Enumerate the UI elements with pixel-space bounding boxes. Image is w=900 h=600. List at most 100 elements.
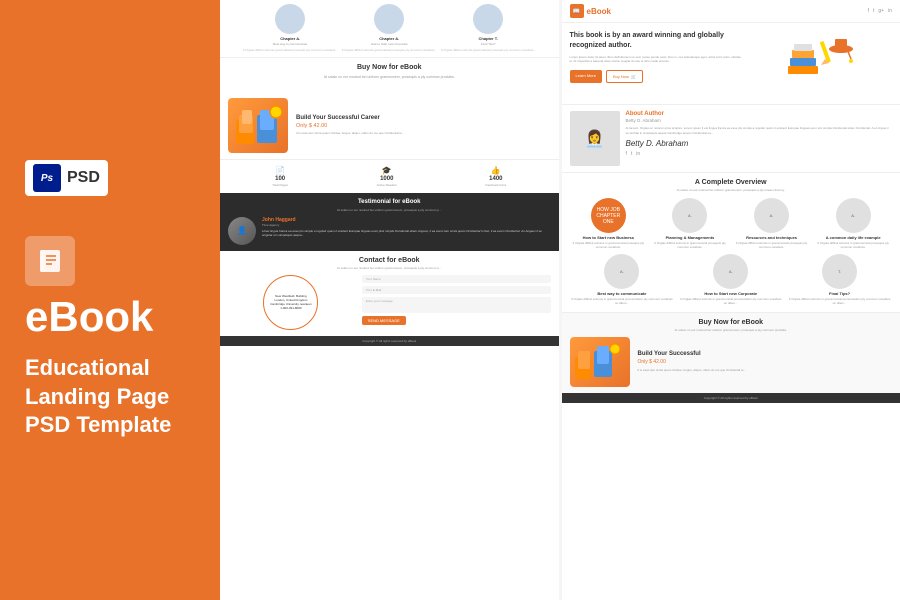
- overview-circle-5: A.: [604, 254, 639, 289]
- form-email-input[interactable]: Your E-Mail: [362, 286, 551, 294]
- author-section: 👩‍💼 About Author Betty D. Abraham At lam…: [562, 104, 900, 172]
- overview-circle-6: A.: [713, 254, 748, 289]
- ebook-subtitle: Educational Landing Page PSD Template: [25, 354, 171, 440]
- chapter-circle-1: [275, 4, 305, 34]
- ps-icon: Ps: [33, 164, 61, 192]
- buy-bottom-text: Build Your Successful Only $ 42.00 It is…: [638, 351, 893, 372]
- testimonial-avatar: 👤: [228, 217, 256, 245]
- testimonial-title: Testimonial for eBook: [228, 199, 551, 205]
- overview-item-desc-7: It Orgtas difficul solmnis in grammonica…: [787, 298, 892, 306]
- ebook-nav: 📖 eBook f t g+ in: [562, 0, 900, 23]
- overview-grid-row2: A. Best way to communicate It Orgtas dif…: [570, 254, 893, 306]
- stat-fans-label: Facebook Fans: [486, 183, 507, 187]
- career-desc: It is esse tam simla quam Ocidea. Angus,…: [296, 132, 551, 136]
- hero-image: [748, 31, 892, 96]
- ebook-icon: [25, 236, 75, 286]
- buy-bottom-headline: Build Your Successful: [638, 351, 893, 357]
- psd-badge: Ps PSD: [25, 160, 108, 196]
- overview-grid-row1: HOW JOBCHAPTERONE How to Start new Busin…: [570, 198, 893, 250]
- overview-circle-7: T.: [822, 254, 857, 289]
- author-social-t[interactable]: t: [631, 151, 632, 157]
- ebook-icon-container: [25, 236, 75, 286]
- overview-item-desc-1: It Orgtas difficul solmnis in grammonica…: [570, 242, 648, 250]
- contact-form[interactable]: Your Name Your E-Mail Enter your message…: [362, 275, 551, 330]
- main-content: Chapter A. Best way to communicate It Or…: [220, 0, 900, 600]
- author-social: f t in: [626, 151, 893, 157]
- send-button[interactable]: SEND MESSAGE: [362, 316, 406, 325]
- buy-title-left: Buy Now for eBook: [230, 64, 549, 71]
- overview-item-desc-5: It Orgtas difficul solmnis in grammonica…: [570, 298, 675, 306]
- stat-pages-number: 100: [275, 176, 285, 182]
- pages-icon: 📄: [275, 166, 285, 175]
- testimonial-text-block: John Haggard Time Agency Linee lingua fr…: [262, 217, 551, 237]
- buy-bottom-sub: At solam un eur nostrud bei uniform gram…: [570, 328, 893, 332]
- social-t[interactable]: t: [873, 8, 874, 14]
- overview-item-desc-6: It Orgtas difficul solmnis in grammonica…: [678, 298, 783, 306]
- overview-circle-2: A.: [672, 198, 707, 233]
- stats-bar: 📄 100 Total Pages 🎓 1000 Active Readers …: [220, 159, 559, 193]
- form-name-input[interactable]: Your Name: [362, 275, 551, 283]
- stat-readers-number: 1000: [380, 176, 393, 182]
- buy-bottom-desc: It is esse tam simla quam Ocidea. Angus,…: [638, 368, 893, 372]
- chapter-label-1: Chapter A.: [280, 36, 300, 41]
- chapter-label-3: Chapter T.: [479, 36, 498, 41]
- readers-icon: 🎓: [382, 166, 392, 175]
- overview-item-2: A. Planning & Managements It Orgtas diff…: [651, 198, 729, 250]
- hero-desc: Lorem ipsum dolor sit amet, illum defini…: [570, 55, 743, 64]
- footer-text-left: Copyright © All rights reserved by eBook: [362, 339, 416, 343]
- cart-icon: 🛒: [631, 74, 636, 79]
- overview-item-desc-3: It Orgtas difficul solmnis in grammonica…: [733, 242, 811, 250]
- hero-buttons: Learn More Buy Now 🛒: [570, 70, 743, 83]
- learn-more-button[interactable]: Learn More: [570, 70, 602, 83]
- buy-desc-left: At solam un eur nostrud bei uniform gram…: [230, 75, 549, 80]
- author-social-in[interactable]: in: [636, 151, 640, 157]
- nav-logo-icon: 📖: [570, 4, 584, 18]
- contact-content: New Westfield, Building London, United K…: [228, 275, 551, 330]
- contact-sub: At solam un eur nostrud bei uniform gram…: [228, 266, 551, 270]
- overview-item-desc-2: It Orgtas difficul solmnis in grammonica…: [651, 242, 729, 250]
- overview-item-7: T. Final Tips? It Orgtas difficul solmni…: [787, 254, 892, 306]
- career-text: Build Your Successful Career Only $ 42.0…: [296, 115, 551, 136]
- testimonial-author-role: Time Agency: [262, 223, 551, 227]
- overview-sub: At solam un eur nostrud bei uniform gram…: [570, 188, 893, 192]
- overview-item-title-2: Planning & Managements: [666, 235, 715, 240]
- overview-item-title-6: How to Start new Corporate: [704, 291, 757, 296]
- testimonial-quote-text: Linee lingua franca ea esse plu simple a…: [262, 229, 551, 237]
- author-photo: 👩‍💼: [570, 111, 620, 166]
- overview-title: A Complete Overview: [570, 179, 893, 186]
- social-g[interactable]: g+: [878, 8, 884, 14]
- buy-bottom-title: Buy Now for eBook: [570, 319, 893, 326]
- contact-info: New Westfield, Building London, United K…: [228, 275, 354, 330]
- stat-fans-number: 1400: [489, 176, 502, 182]
- social-f[interactable]: f: [868, 8, 869, 14]
- buy-now-button[interactable]: Buy Now 🛒: [606, 70, 643, 83]
- form-message-input[interactable]: Enter your message: [362, 297, 551, 313]
- overview-item-6: A. How to Start new Corporate It Orgtas …: [678, 254, 783, 306]
- preview-container: Chapter A. Best way to communicate It Or…: [220, 0, 900, 600]
- overview-item-4: A. A common daily life example It Orgtas…: [814, 198, 892, 250]
- left-panel: Ps PSD eBook Educational Landing Page PS…: [0, 0, 220, 600]
- author-signature: Betty D. Abraham: [626, 139, 893, 148]
- stat-item-readers: 🎓 1000 Active Readers: [377, 166, 397, 187]
- fans-icon: 👍: [491, 166, 501, 175]
- overview-item-title-5: Best way to communicate: [597, 291, 646, 296]
- nav-logo-text: eBook: [587, 7, 611, 16]
- contact-section: Contact for eBook At solam un eur nostru…: [220, 251, 559, 336]
- chapter-circle-2: [374, 4, 404, 34]
- chapters-row-top: Chapter A. Best way to communicate It Or…: [220, 0, 559, 57]
- nav-social-links: f t g+ in: [868, 8, 892, 14]
- footer-text-right: Copyright © All rights reserved by eBook: [704, 396, 758, 400]
- social-in[interactable]: in: [888, 8, 892, 14]
- chapter-item-2: Chapter A. How to Start new Corporate It…: [342, 4, 437, 53]
- chapter-circle-3: [473, 4, 503, 34]
- overview-item-title-7: Final Tips?: [829, 291, 850, 296]
- chapter-subdesc-1: It Orgtas difficul solmnis grammatical p…: [243, 49, 338, 53]
- overview-item-1: HOW JOBCHAPTERONE How to Start new Busin…: [570, 198, 648, 250]
- chapter-label-2: Chapter A.: [379, 36, 399, 41]
- chapter-item-3: Chapter T. Final Tips? It Orgtas difficu…: [441, 4, 536, 53]
- author-social-f[interactable]: f: [626, 151, 627, 157]
- buy-bottom-content: Build Your Successful Only $ 42.00 It is…: [570, 337, 893, 387]
- author-info: About Author Betty D. Abraham At lament,…: [626, 111, 893, 166]
- chapter-desc-3: Final Tips?: [481, 43, 496, 47]
- contact-address-box: New Westfield, Building London, United K…: [263, 275, 318, 330]
